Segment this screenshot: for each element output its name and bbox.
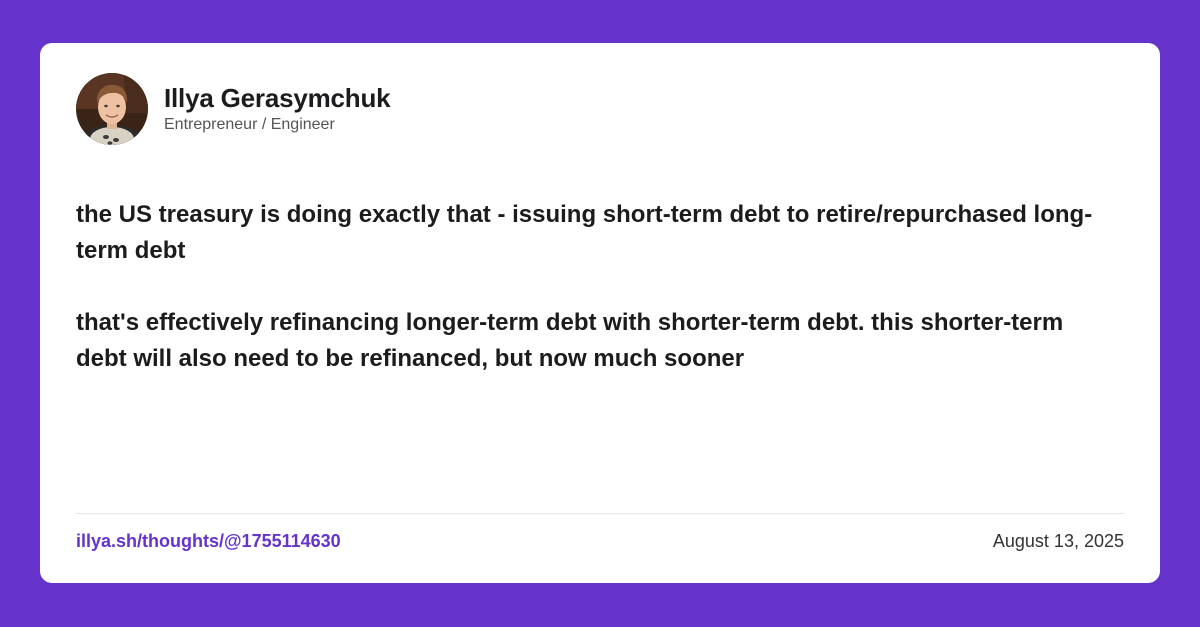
post-body: the US treasury is doing exactly that - … [76,197,1116,377]
avatar [76,73,148,145]
post-paragraph: that's effectively refinancing longer-te… [76,309,1064,372]
footer-divider [76,513,1124,514]
author-header: Illya Gerasymchuk Entrepreneur / Enginee… [76,73,391,145]
author-name: Illya Gerasymchuk [164,83,391,113]
avatar-photo-icon [76,73,148,145]
author-meta: Illya Gerasymchuk Entrepreneur / Enginee… [164,83,391,135]
post-card: Illya Gerasymchuk Entrepreneur / Enginee… [40,43,1160,583]
post-paragraph: the US treasury is doing exactly that - … [76,201,1093,264]
author-title: Entrepreneur / Engineer [164,116,335,133]
permalink-link[interactable]: illya.sh/thoughts/@1755114630 [76,530,341,552]
post-date: August 13, 2025 [992,531,1124,551]
